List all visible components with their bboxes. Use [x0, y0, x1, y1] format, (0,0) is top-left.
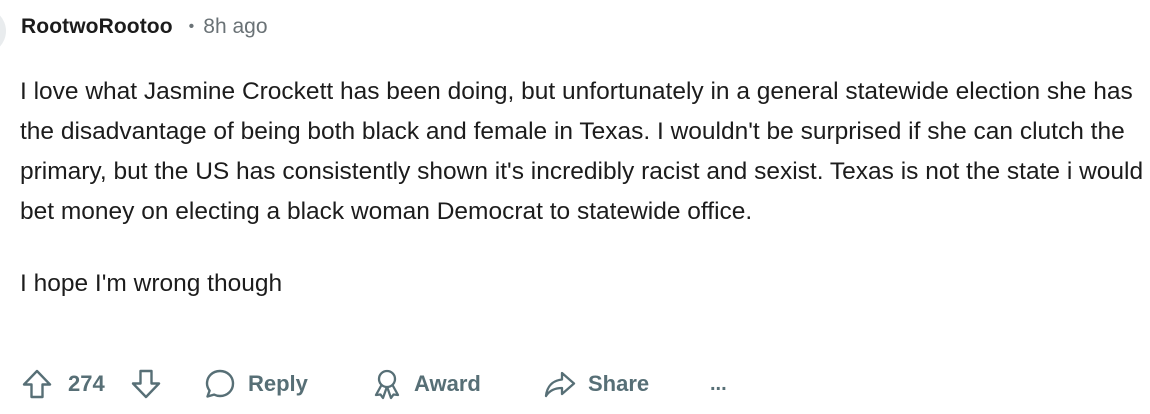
- action-bar: 274 Reply Award Share ...: [20, 362, 1140, 406]
- meta-separator: •: [188, 18, 195, 35]
- award-label: Award: [414, 371, 481, 396]
- vote-count: 274: [68, 371, 105, 396]
- share-label: Share: [588, 371, 650, 396]
- comment-paragraph: I love what Jasmine Crockett has been do…: [20, 78, 1144, 225]
- reply-label: Reply: [248, 371, 308, 396]
- more-options-button[interactable]: ...: [710, 362, 727, 406]
- award-ribbon-icon: [374, 369, 400, 400]
- comment: RootwoRootoo • 8h ago I love what Jasmin…: [0, 0, 1150, 414]
- comment-body: I love what Jasmine Crockett has been do…: [20, 72, 1145, 304]
- share-arrow-icon: [544, 371, 576, 398]
- avatar[interactable]: [0, 8, 6, 54]
- upvote-button[interactable]: [20, 362, 54, 406]
- speech-bubble-icon: [205, 369, 235, 398]
- comment-meta: RootwoRootoo • 8h ago: [21, 13, 268, 41]
- comment-paragraph: I hope I'm wrong though: [20, 270, 283, 297]
- ellipsis-icon: ...: [710, 372, 727, 395]
- downvote-arrow-icon: [131, 369, 161, 399]
- award-button[interactable]: Award: [370, 362, 481, 406]
- downvote-button[interactable]: [129, 362, 163, 406]
- reply-button[interactable]: Reply: [202, 362, 308, 406]
- share-button[interactable]: Share: [542, 362, 649, 406]
- author-username[interactable]: RootwoRootoo: [21, 15, 173, 39]
- upvote-arrow-icon: [22, 369, 52, 399]
- timestamp[interactable]: 8h ago: [203, 15, 267, 39]
